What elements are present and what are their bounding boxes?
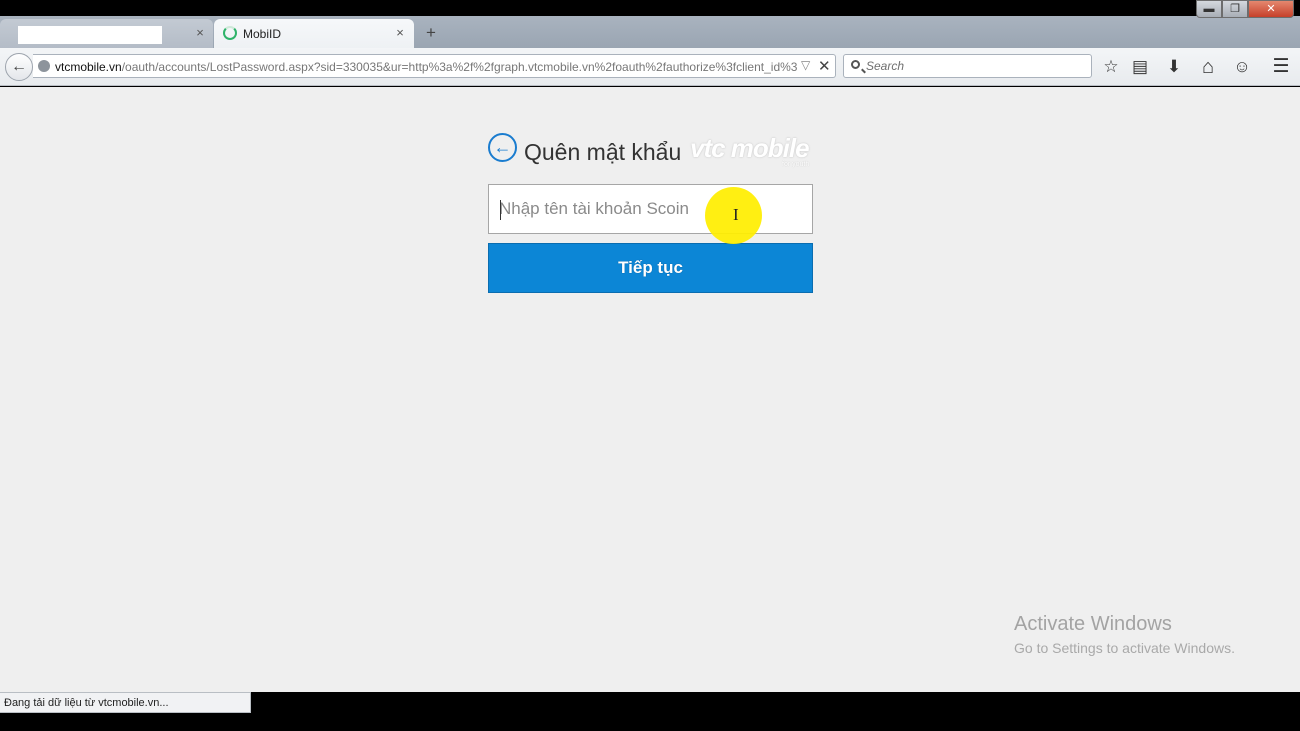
logo-text: vtc mobile (690, 133, 810, 163)
window-controls: ▬ ❐ ✕ (1196, 0, 1294, 20)
tab-blank-title (18, 26, 162, 44)
status-bar: Đang tải dữ liệu từ vtcmobile.vn... (0, 692, 251, 713)
activate-windows-title: Activate Windows (1014, 613, 1172, 635)
home-icon[interactable]: ⌂ (1197, 56, 1219, 78)
page-content: ← Quên mật khẩu vtc mobile for youth Tiế… (0, 87, 1300, 692)
screen: × MobiID × + ▬ ❐ ✕ ← vtcmobile.vn/oauth/… (0, 0, 1300, 731)
download-icon[interactable]: ⬇ (1163, 56, 1185, 78)
reading-list-icon[interactable]: ▤ (1129, 56, 1151, 78)
menu-icon[interactable]: ☰ (1270, 56, 1292, 78)
url-text[interactable]: vtcmobile.vn/oauth/accounts/LostPassword… (55, 60, 797, 74)
url-path: /oauth/accounts/LostPassword.aspx?sid=33… (121, 60, 797, 74)
account-input[interactable] (489, 185, 812, 233)
url-history-dropdown-icon[interactable]: ▽ (801, 58, 810, 72)
search-bar[interactable] (843, 54, 1092, 78)
stop-loading-icon[interactable]: ✕ (818, 57, 831, 75)
tab-mobilid-title: MobiID (243, 27, 282, 41)
tab-blank[interactable]: × (0, 19, 213, 48)
page-title: Quên mật khẩu (524, 139, 682, 165)
logo-subtext: for youth (782, 161, 810, 168)
site-identity-icon[interactable] (38, 60, 50, 72)
maximize-button[interactable]: ❐ (1222, 0, 1248, 18)
activate-windows-subtitle: Go to Settings to activate Windows. (1014, 640, 1235, 656)
new-tab-button[interactable]: + (422, 23, 440, 43)
text-caret (500, 200, 501, 220)
account-field-wrapper (488, 184, 813, 234)
tab-mobilid-close-icon[interactable]: × (392, 25, 408, 41)
navigation-bar: ← vtcmobile.vn/oauth/accounts/LostPasswo… (0, 48, 1300, 86)
minimize-button[interactable]: ▬ (1196, 0, 1222, 18)
back-arrow-icon[interactable]: ← (488, 133, 517, 162)
search-icon (851, 60, 860, 69)
tab-mobilid[interactable]: MobiID × (214, 19, 414, 48)
text-cursor-icon: I (733, 205, 739, 224)
browser-back-button[interactable]: ← (5, 53, 33, 81)
tab-blank-close-icon[interactable]: × (192, 25, 208, 41)
url-host: vtcmobile.vn (55, 60, 122, 74)
close-window-button[interactable]: ✕ (1248, 0, 1294, 18)
continue-button[interactable]: Tiếp tục (488, 243, 813, 293)
search-input[interactable] (866, 58, 1086, 74)
bookmark-star-icon[interactable]: ☆ (1100, 56, 1122, 78)
url-bar[interactable]: vtcmobile.vn/oauth/accounts/LostPassword… (33, 54, 836, 78)
chat-icon[interactable]: ☺ (1231, 56, 1253, 78)
loading-spinner-icon (223, 26, 237, 40)
tab-strip: × MobiID × + (0, 16, 1300, 48)
vtc-mobile-logo: vtc mobile for youth (690, 133, 812, 171)
status-text: Đang tải dữ liệu từ vtcmobile.vn... (4, 697, 169, 709)
